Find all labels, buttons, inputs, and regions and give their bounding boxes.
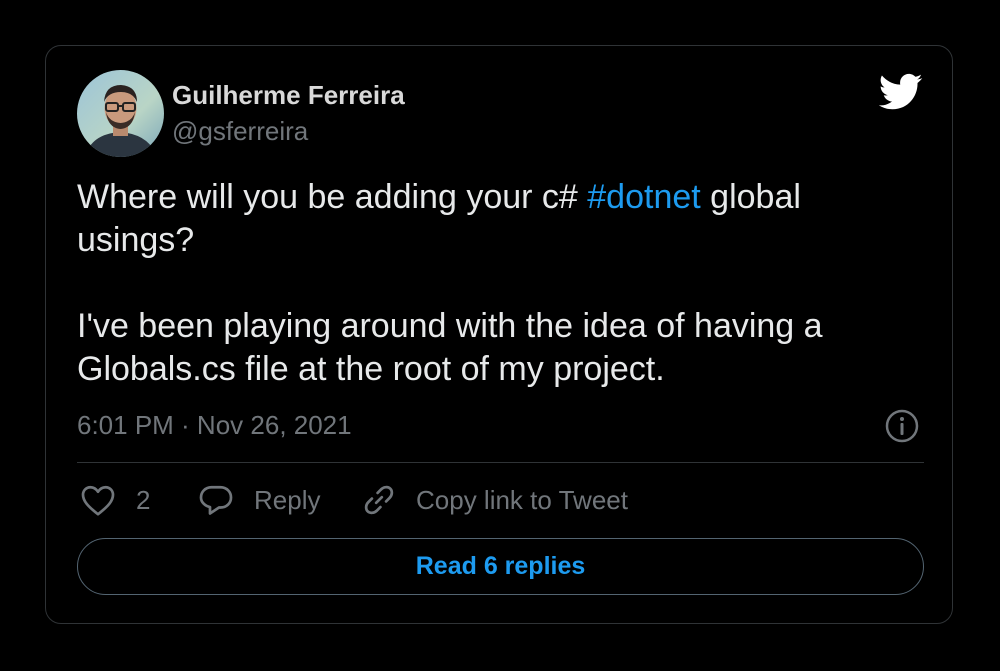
tweet-card: Guilherme Ferreira @gsferreira Where wil… xyxy=(45,45,953,624)
reply-label: Reply xyxy=(254,484,321,515)
speech-bubble-icon xyxy=(198,483,234,517)
copy-link-label: Copy link to Tweet xyxy=(416,484,628,515)
tweet-text-before: Where will you be adding your c# xyxy=(77,178,588,216)
reply-button[interactable]: Reply xyxy=(198,480,320,520)
hashtag-link[interactable]: #dotnet xyxy=(587,178,700,216)
info-icon[interactable] xyxy=(884,408,920,444)
heart-icon xyxy=(80,483,116,517)
read-replies-label: Read 6 replies xyxy=(415,552,586,580)
twitter-bird-icon[interactable] xyxy=(878,73,923,111)
link-icon xyxy=(362,483,396,517)
like-button[interactable]: 2 xyxy=(80,480,150,520)
tweet-timestamp[interactable]: 6:01 PM · Nov 26, 2021 xyxy=(77,410,352,441)
like-count: 2 xyxy=(136,484,151,515)
divider xyxy=(77,462,924,463)
tweet-paragraph-1: Where will you be adding your c# #dotnet… xyxy=(77,176,907,262)
tweet-paragraph-2: I've been playing around with the idea o… xyxy=(77,307,823,388)
author-name[interactable]: Guilherme Ferreira xyxy=(172,80,405,111)
read-replies-button[interactable]: Read 6 replies xyxy=(77,538,924,595)
avatar[interactable] xyxy=(77,70,164,157)
author-handle[interactable]: @gsferreira xyxy=(172,116,308,147)
copy-link-button[interactable]: Copy link to Tweet xyxy=(362,480,628,520)
tweet-text: Where will you be adding your c# #dotnet… xyxy=(77,176,907,391)
